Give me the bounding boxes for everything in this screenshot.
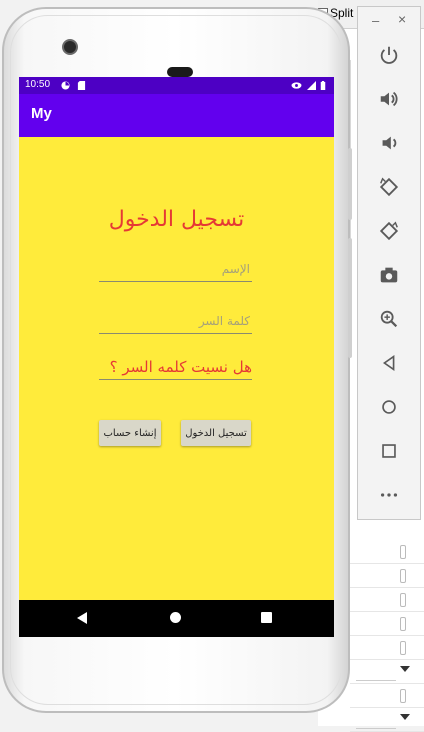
device-screen: 10:50 My تسجيل الدخول هل نسيت كلمه السر … [19,77,334,637]
camera-icon [380,267,398,283]
rotate-right-button[interactable] [374,216,404,246]
navigation-bar [19,600,334,637]
back-icon [382,354,395,372]
zoom-button[interactable] [374,304,404,334]
earpiece-speaker [167,67,193,77]
power-side-button[interactable] [348,148,352,220]
ide-row [350,612,424,636]
front-camera [62,39,78,55]
signal-icon [307,81,316,90]
ide-row [350,564,424,588]
volume-up-icon [380,91,398,107]
rotate-left-button[interactable] [374,172,404,202]
screenshot-button[interactable] [374,260,404,290]
password-input[interactable] [99,309,252,333]
home-button[interactable] [374,392,404,422]
login-button[interactable]: تسجيل الدخول [181,420,251,446]
ide-property-rows [350,540,424,732]
ide-row [350,660,424,684]
zoom-icon [380,310,398,328]
toggle-icon[interactable] [400,545,406,559]
name-field[interactable] [99,257,252,282]
ide-dropdown[interactable] [356,660,410,681]
volume-down-button[interactable] [374,128,404,158]
more-button[interactable] [374,480,404,510]
status-bar: 10:50 [19,77,334,94]
volume-up-button[interactable] [374,84,404,114]
app-title: My [31,105,52,122]
toggle-icon[interactable] [400,569,406,583]
status-time: 10:50 [25,79,51,90]
overview-icon [382,444,396,458]
page-title: تسجيل الدخول [108,207,245,232]
power-icon [380,46,398,64]
ide-row [350,708,424,732]
toggle-icon[interactable] [400,593,406,607]
back-icon[interactable] [77,612,87,624]
eye-icon [291,82,302,89]
more-icon [380,493,398,497]
name-input[interactable] [99,257,252,281]
ide-row [350,684,424,708]
volume-down-icon [382,136,397,150]
rotate-left-icon [379,177,399,197]
ide-row [350,636,424,660]
overview-icon[interactable] [261,612,272,623]
app-bar: My [19,94,334,137]
toggle-icon[interactable] [400,641,406,655]
close-button[interactable]: × [398,11,406,27]
data-saver-icon [61,81,70,90]
create-account-button[interactable]: إنشاء حساب [99,420,161,446]
ide-row [350,588,424,612]
chevron-down-icon [400,666,410,672]
power-button[interactable] [374,40,404,70]
minimize-button[interactable]: – [372,13,379,28]
ide-row [350,540,424,564]
back-button[interactable] [374,348,404,378]
rotate-right-icon [379,221,399,241]
toggle-icon[interactable] [400,617,406,631]
home-icon[interactable] [170,612,181,623]
login-screen: تسجيل الدخول هل نسيت كلمه السر ؟ إنشاء ح… [19,137,334,600]
chevron-down-icon [400,714,410,720]
forgot-password-link[interactable]: هل نسيت كلمه السر ؟ [99,355,252,380]
volume-side-button[interactable] [348,238,352,358]
password-field[interactable] [99,309,252,334]
toggle-icon[interactable] [400,689,406,703]
home-icon [382,400,396,414]
emulator-toolbar: – × [357,6,421,520]
sd-card-icon [77,81,86,90]
battery-icon [320,81,326,90]
overview-button[interactable] [374,436,404,466]
